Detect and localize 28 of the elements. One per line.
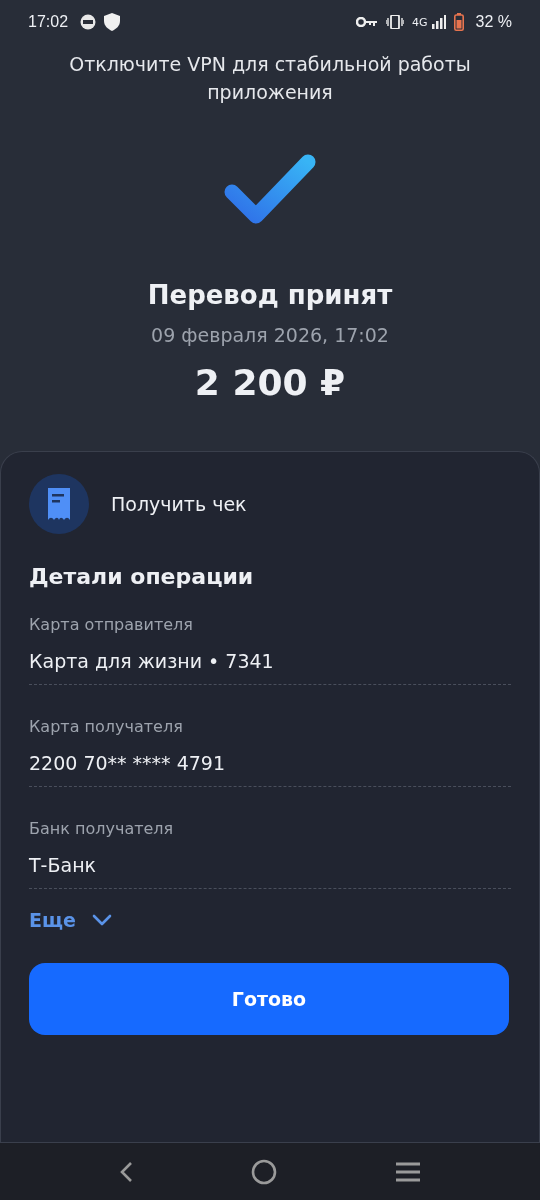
- field-label: Карта отправителя: [29, 615, 194, 634]
- vibrate-icon: [386, 15, 404, 29]
- receipt-icon: [29, 474, 89, 534]
- field-value: 2200 70** **** 4791: [29, 752, 226, 774]
- field-label: Банк получателя: [29, 819, 175, 838]
- battery-percent: 32 %: [475, 13, 512, 31]
- back-icon[interactable]: [119, 1160, 133, 1183]
- amount: 2 200 ₽: [194, 362, 346, 403]
- battery-icon: [453, 13, 464, 31]
- ad-block-icon: [80, 14, 97, 30]
- shield-icon: [104, 13, 121, 31]
- menu-icon[interactable]: [395, 1160, 421, 1183]
- result-date: 09 февраля 2026, 17:02: [151, 324, 389, 346]
- result-title: Перевод принят: [147, 280, 393, 310]
- receipt-button[interactable]: Получить чек: [29, 474, 511, 534]
- field-value: Т-Банк: [29, 854, 98, 876]
- network-label: 4G: [412, 15, 428, 29]
- section-title: Детали операции: [29, 564, 255, 589]
- chevron-icon: [91, 914, 112, 926]
- done-button[interactable]: Готово: [29, 963, 509, 1035]
- field-value: Карта для жизни • 7341: [29, 650, 275, 672]
- vpn-warning: Отключите VPN для стабильной работы приложения: [68, 52, 472, 105]
- home-icon[interactable]: [251, 1158, 277, 1185]
- field-label: Карта получателя: [29, 717, 184, 736]
- signal-icon: [431, 15, 446, 29]
- more-button[interactable]: Еще: [29, 909, 112, 931]
- status-time: 17:02: [28, 13, 69, 31]
- key-icon: [356, 17, 378, 27]
